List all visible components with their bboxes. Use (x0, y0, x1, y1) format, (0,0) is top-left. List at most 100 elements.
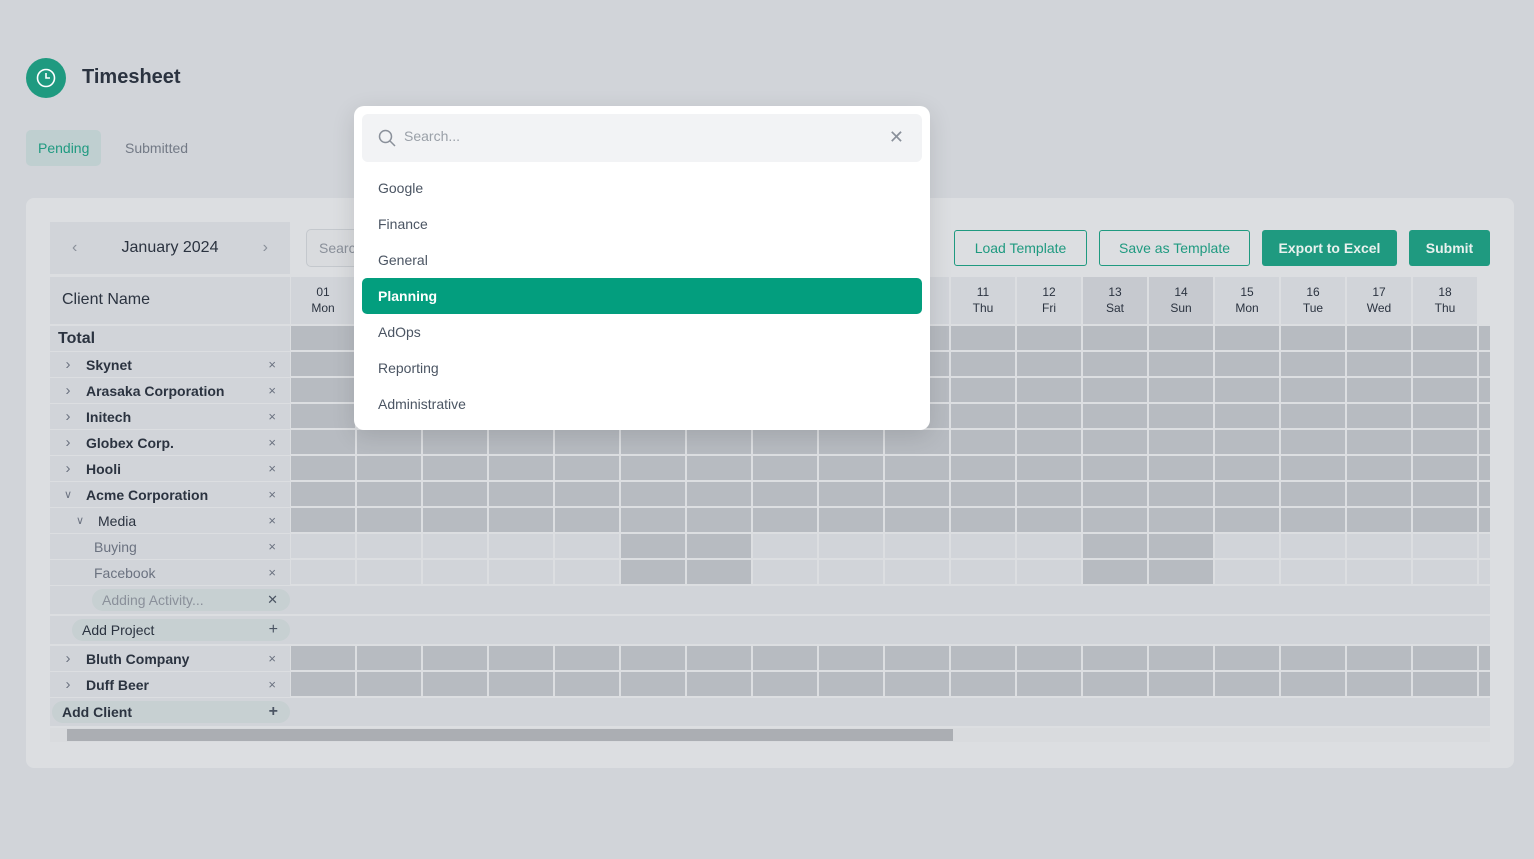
chevron-right-icon[interactable]: › (50, 650, 86, 667)
time-cell[interactable] (555, 482, 619, 506)
time-cell[interactable] (621, 560, 685, 584)
time-cell[interactable] (555, 672, 619, 696)
time-cell[interactable] (357, 456, 421, 480)
add-client-button[interactable]: Add Client + (52, 701, 290, 723)
time-cell[interactable] (1083, 560, 1147, 584)
activity-row[interactable]: Facebook × (50, 560, 290, 585)
time-cell[interactable] (1215, 456, 1279, 480)
time-cell[interactable] (1479, 378, 1490, 402)
time-cell[interactable] (489, 646, 553, 670)
client-row[interactable]: › Hooli × (50, 456, 290, 481)
chevron-down-icon[interactable]: ∨ (62, 514, 98, 527)
remove-icon[interactable]: × (268, 357, 276, 372)
time-cell[interactable] (357, 672, 421, 696)
time-cell[interactable] (291, 326, 355, 350)
time-cell[interactable] (1281, 646, 1345, 670)
time-cell[interactable] (291, 646, 355, 670)
time-cell[interactable] (1149, 456, 1213, 480)
chevron-right-icon[interactable]: › (50, 460, 86, 477)
time-cell[interactable] (951, 646, 1015, 670)
time-cell[interactable] (885, 482, 949, 506)
submit-button[interactable]: Submit (1409, 230, 1490, 266)
time-cell[interactable] (291, 672, 355, 696)
time-cell[interactable] (291, 456, 355, 480)
time-cell[interactable] (951, 672, 1015, 696)
time-cell[interactable] (1281, 456, 1345, 480)
time-cell[interactable] (1017, 378, 1081, 402)
time-cell[interactable] (1215, 352, 1279, 376)
remove-icon[interactable]: × (268, 461, 276, 476)
time-cell[interactable] (1017, 430, 1081, 454)
time-cell[interactable] (1017, 646, 1081, 670)
time-cell[interactable] (291, 378, 355, 402)
time-cell[interactable] (555, 560, 619, 584)
time-cell[interactable] (621, 672, 685, 696)
time-cell[interactable] (819, 456, 883, 480)
dropdown-option[interactable]: General (362, 242, 922, 278)
time-cell[interactable] (1281, 326, 1345, 350)
time-cell[interactable] (1479, 430, 1490, 454)
time-cell[interactable] (423, 430, 487, 454)
time-cell[interactable] (819, 508, 883, 532)
time-cell[interactable] (1413, 534, 1477, 558)
time-cell[interactable] (885, 430, 949, 454)
time-cell[interactable] (1017, 560, 1081, 584)
time-cell[interactable] (1149, 508, 1213, 532)
close-icon[interactable]: ✕ (267, 592, 278, 608)
time-cell[interactable] (423, 508, 487, 532)
time-cell[interactable] (1215, 646, 1279, 670)
time-cell[interactable] (621, 534, 685, 558)
time-cell[interactable] (621, 508, 685, 532)
chevron-down-icon[interactable]: ∨ (50, 488, 86, 501)
client-row[interactable]: › Arasaka Corporation × (50, 378, 290, 403)
time-cell[interactable] (1083, 534, 1147, 558)
time-cell[interactable] (1149, 646, 1213, 670)
time-cell[interactable] (1083, 430, 1147, 454)
time-cell[interactable] (1149, 560, 1213, 584)
time-cell[interactable] (489, 560, 553, 584)
remove-icon[interactable]: × (268, 487, 276, 502)
time-cell[interactable] (1281, 430, 1345, 454)
time-cell[interactable] (1347, 378, 1411, 402)
time-cell[interactable] (1413, 352, 1477, 376)
time-cell[interactable] (357, 646, 421, 670)
time-cell[interactable] (423, 672, 487, 696)
time-cell[interactable] (291, 404, 355, 428)
time-cell[interactable] (885, 672, 949, 696)
time-cell[interactable] (357, 534, 421, 558)
chevron-left-icon[interactable]: ‹ (72, 239, 77, 257)
time-cell[interactable] (885, 534, 949, 558)
time-cell[interactable] (357, 508, 421, 532)
time-cell[interactable] (1017, 456, 1081, 480)
time-cell[interactable] (819, 430, 883, 454)
time-cell[interactable] (1479, 482, 1490, 506)
time-cell[interactable] (753, 534, 817, 558)
time-cell[interactable] (1347, 430, 1411, 454)
time-cell[interactable] (951, 378, 1015, 402)
time-cell[interactable] (1215, 404, 1279, 428)
time-cell[interactable] (687, 672, 751, 696)
add-project-button[interactable]: Add Project + (72, 619, 290, 641)
client-row[interactable]: › Skynet × (50, 352, 290, 377)
time-cell[interactable] (1149, 326, 1213, 350)
time-cell[interactable] (1149, 534, 1213, 558)
time-cell[interactable] (687, 508, 751, 532)
time-cell[interactable] (753, 560, 817, 584)
activity-row[interactable]: Buying × (50, 534, 290, 559)
time-cell[interactable] (1017, 326, 1081, 350)
time-cell[interactable] (1017, 482, 1081, 506)
time-cell[interactable] (1281, 508, 1345, 532)
time-cell[interactable] (1413, 482, 1477, 506)
time-cell[interactable] (951, 326, 1015, 350)
remove-icon[interactable]: × (268, 565, 276, 580)
time-cell[interactable] (489, 430, 553, 454)
horizontal-scrollbar[interactable] (50, 728, 1490, 742)
time-cell[interactable] (1149, 378, 1213, 402)
time-cell[interactable] (1281, 378, 1345, 402)
time-cell[interactable] (1347, 352, 1411, 376)
remove-icon[interactable]: × (268, 539, 276, 554)
client-row[interactable]: › Globex Corp. × (50, 430, 290, 455)
time-cell[interactable] (291, 534, 355, 558)
time-cell[interactable] (819, 672, 883, 696)
time-cell[interactable] (951, 430, 1015, 454)
